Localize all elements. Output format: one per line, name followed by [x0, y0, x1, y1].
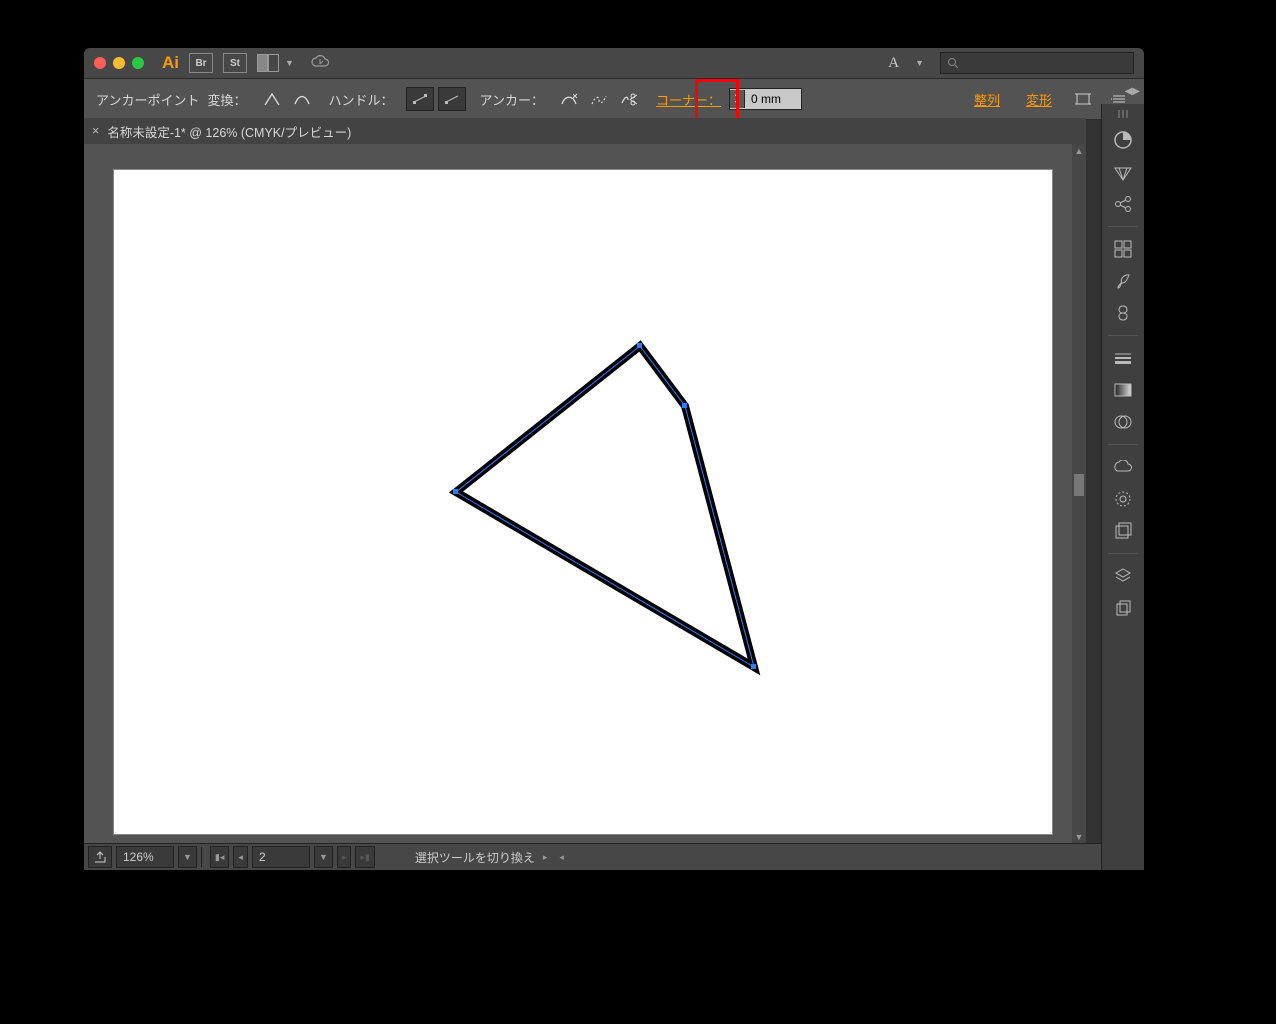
workspace-switcher[interactable]: [257, 54, 279, 72]
vertical-scrollbar[interactable]: ▲ ▼: [1072, 144, 1086, 844]
symbols-icon[interactable]: [1107, 299, 1139, 327]
panel-dock: ◀▶: [1101, 104, 1144, 870]
zoom-field[interactable]: 126%: [116, 846, 174, 868]
convert-to-corner-button[interactable]: [259, 88, 285, 110]
share-icon[interactable]: [1107, 190, 1139, 218]
show-handles-multiple-button[interactable]: [406, 87, 434, 111]
chevron-down-icon: ▼: [285, 58, 294, 68]
stepper-buttons[interactable]: ▲▼: [730, 90, 745, 108]
corner-radius-value: 0 mm: [745, 92, 801, 106]
stock-badge[interactable]: St: [223, 53, 247, 73]
first-artboard-button[interactable]: ▮◂: [210, 846, 229, 868]
horizontal-scrollbar[interactable]: [572, 850, 1126, 864]
dock-toggle-button[interactable]: ◀▶: [1125, 86, 1140, 97]
close-window-button[interactable]: [94, 57, 106, 69]
scroll-up-button[interactable]: ▲: [1072, 144, 1086, 158]
next-artboard-button[interactable]: ▸: [337, 846, 352, 868]
control-bar: アンカーポイント 変換： ハンドル： アンカー：: [84, 78, 1144, 120]
color-icon[interactable]: [1107, 126, 1139, 154]
scroll-thumb[interactable]: [1074, 474, 1084, 496]
gradient-icon[interactable]: [1107, 376, 1139, 404]
close-tab-button[interactable]: ×: [92, 124, 99, 138]
title-bar: Ai Br St ▼ A ▼: [84, 48, 1144, 78]
workspace: ▲ ▼: [84, 144, 1086, 844]
font-preview-dropdown[interactable]: A: [882, 55, 905, 72]
document-tab-title[interactable]: 名称未設定-1* @ 126% (CMYK/プレビュー): [107, 122, 351, 141]
window-controls: [94, 57, 144, 69]
cut-path-button[interactable]: [616, 88, 642, 110]
connect-path-button[interactable]: [586, 88, 612, 110]
artboard[interactable]: [114, 170, 1052, 834]
status-message: 選択ツールを切り換え: [415, 849, 535, 866]
export-button[interactable]: [88, 846, 112, 868]
status-menu-toggle[interactable]: ▸: [543, 852, 548, 863]
chevron-down-icon: ▼: [915, 58, 924, 68]
corner-radius-field[interactable]: ▲▼ 0 mm: [729, 88, 802, 110]
artboard-dropdown-button[interactable]: ▼: [314, 846, 333, 868]
layers-icon[interactable]: [1107, 562, 1139, 590]
search-input[interactable]: [940, 52, 1134, 74]
align-button[interactable]: 整列: [974, 90, 1000, 109]
libraries-icon[interactable]: [1107, 453, 1139, 481]
app-window: Ai Br St ▼ A ▼ アンカーポイント 変換： ハンドル：: [84, 48, 1144, 870]
brushes-icon[interactable]: [1107, 267, 1139, 295]
hide-handles-multiple-button[interactable]: [438, 87, 466, 111]
convert-to-smooth-button[interactable]: [289, 88, 315, 110]
canvas-viewport[interactable]: [84, 144, 1072, 844]
bridge-badge[interactable]: Br: [189, 53, 213, 73]
maximize-window-button[interactable]: [132, 57, 144, 69]
hscroll-left-button[interactable]: ◂: [559, 852, 564, 863]
isolate-button[interactable]: [1070, 88, 1096, 110]
transform-button[interactable]: 変形: [1026, 90, 1052, 109]
transparency-icon[interactable]: [1107, 408, 1139, 436]
appearance-icon[interactable]: [1107, 485, 1139, 513]
artwork-shape[interactable]: [114, 170, 1052, 834]
zoom-dropdown-button[interactable]: ▼: [178, 846, 197, 868]
convert-label: 変換：: [207, 90, 246, 109]
graphic-styles-icon[interactable]: [1107, 517, 1139, 545]
handle-label: ハンドル：: [329, 90, 394, 109]
dock-grip[interactable]: [1104, 110, 1142, 120]
last-artboard-button[interactable]: ▸▮: [355, 846, 374, 868]
swatches-icon[interactable]: [1107, 235, 1139, 263]
cloud-sync-icon[interactable]: [310, 53, 330, 73]
stroke-icon[interactable]: [1107, 344, 1139, 372]
document-tab-bar: × 名称未設定-1* @ 126% (CMYK/プレビュー): [84, 118, 1086, 145]
minimize-window-button[interactable]: [113, 57, 125, 69]
artboard-number-field[interactable]: 2: [252, 846, 310, 868]
anchor-label: アンカー：: [480, 90, 544, 109]
prev-artboard-button[interactable]: ◂: [233, 846, 248, 868]
color-guide-icon[interactable]: [1107, 158, 1139, 186]
scroll-down-button[interactable]: ▼: [1072, 830, 1086, 844]
status-bar: 126% ▼ ▮◂ ◂ 2 ▼ ▸ ▸▮ 選択ツールを切り換え ▸ ◂ ▸: [84, 843, 1144, 870]
anchor-point-label: アンカーポイント: [96, 90, 199, 109]
app-logo: Ai: [162, 53, 179, 73]
artboards-icon[interactable]: [1107, 594, 1139, 622]
remove-anchor-button[interactable]: [556, 88, 582, 110]
corner-label[interactable]: コーナー：: [656, 90, 721, 109]
